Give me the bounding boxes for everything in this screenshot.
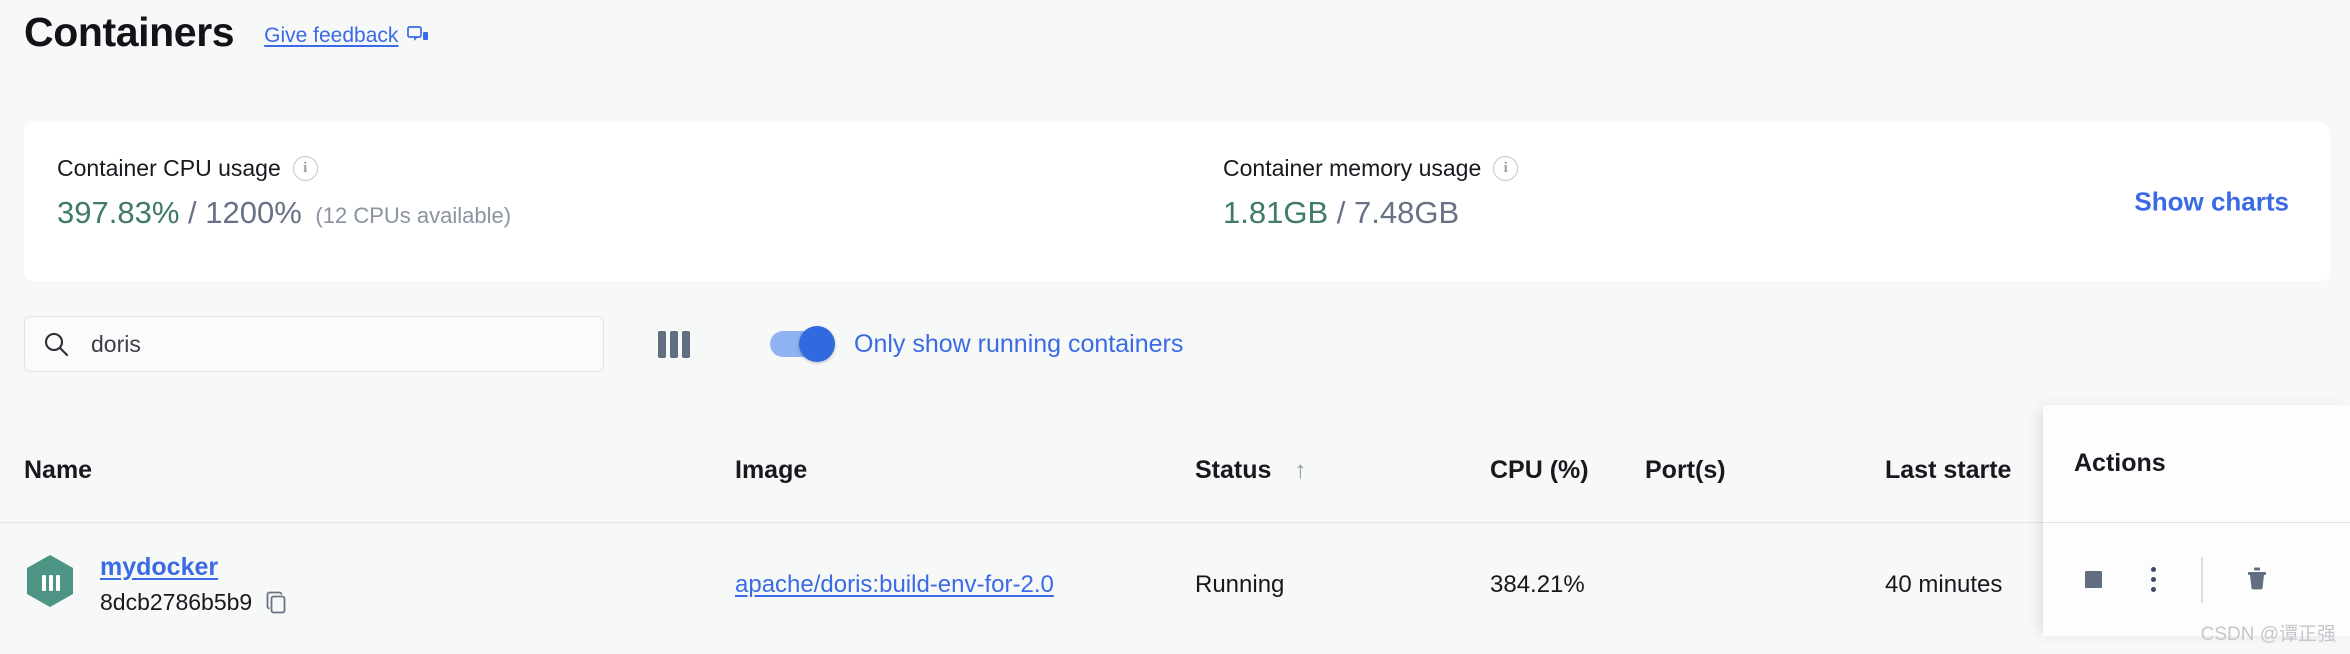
actions-panel-title: Actions xyxy=(2043,405,2350,523)
memory-total-value: 7.48GB xyxy=(1354,195,1460,230)
search-input[interactable] xyxy=(91,330,585,358)
cpu-total-value: 1200% xyxy=(205,195,302,230)
memory-usage-values: 1.81GB / 7.48GB xyxy=(1223,195,1518,230)
cell-status: Running xyxy=(1195,570,1285,598)
more-options-button[interactable] xyxy=(2123,550,2183,610)
stop-button[interactable] xyxy=(2063,550,2123,610)
search-icon xyxy=(43,331,69,357)
containers-table: Name Image Status ↑ CPU (%) Port(s) Last… xyxy=(0,418,2350,646)
cell-cpu: 384.21% xyxy=(1490,570,1585,598)
cpu-usage-label: Container CPU usage xyxy=(57,155,281,181)
cpu-used-value: 397.83% xyxy=(57,195,180,230)
column-header-cpu[interactable]: CPU (%) xyxy=(1490,456,1645,485)
kebab-vertical-icon xyxy=(2150,567,2156,592)
column-header-image[interactable]: Image xyxy=(735,456,1195,485)
actions-divider xyxy=(2201,556,2203,603)
watermark: CSDN @谭正强 xyxy=(2200,624,2336,645)
cpu-value-separator: / xyxy=(188,195,197,230)
page-header: Containers Give feedback xyxy=(0,0,2350,70)
column-header-status-label: Status xyxy=(1195,455,1272,484)
cell-name: mydocker 8dcb2786b5b9 xyxy=(0,553,735,616)
container-id-row: 8dcb2786b5b9 xyxy=(100,589,288,616)
give-feedback[interactable]: Give feedback xyxy=(264,24,429,48)
column-header-ports[interactable]: Port(s) xyxy=(1645,456,1885,485)
copy-icon[interactable] xyxy=(266,591,288,615)
trash-icon xyxy=(2244,564,2270,595)
image-name-link[interactable]: apache/doris:build-env-for-2.0 xyxy=(735,571,1054,598)
cpu-usage-label-row: Container CPU usage i xyxy=(57,156,511,181)
cpu-usage-values: 397.83% / 1200% (12 CPUs available) xyxy=(57,195,512,230)
memory-usage-label: Container memory usage xyxy=(1223,155,1482,181)
cpu-available-note: (12 CPUs available) xyxy=(315,203,512,228)
toggle-knob xyxy=(799,326,835,362)
toolbar: Only show running containers xyxy=(24,316,1183,372)
feedback-comment-icon xyxy=(407,26,429,46)
table-header-row: Name Image Status ↑ CPU (%) Port(s) Last… xyxy=(0,418,2350,523)
cell-image: apache/doris:build-env-for-2.0 xyxy=(735,571,1195,599)
memory-used-value: 1.81GB xyxy=(1223,195,1329,230)
toggle-switch[interactable] xyxy=(770,326,835,362)
cpu-usage-stat: Container CPU usage i 397.83% / 1200% (1… xyxy=(57,156,511,230)
container-cube-icon xyxy=(24,553,76,616)
container-id: 8dcb2786b5b9 xyxy=(100,589,253,615)
actions-panel: Actions xyxy=(2043,405,2350,636)
table-row[interactable]: mydocker 8dcb2786b5b9 apache/doris:build… xyxy=(0,523,2350,646)
page-title: Containers xyxy=(24,9,235,55)
only-running-toggle-label: Only show running containers xyxy=(854,329,1184,358)
memory-usage-stat: Container memory usage i 1.81GB / 7.48GB xyxy=(1223,155,1519,230)
column-header-status[interactable]: Status ↑ xyxy=(1195,456,1490,485)
delete-button[interactable] xyxy=(2227,550,2287,610)
column-header-name[interactable]: Name xyxy=(0,456,735,485)
info-icon[interactable]: i xyxy=(1493,156,1519,181)
resource-usage-card: Container CPU usage i 397.83% / 1200% (1… xyxy=(24,122,2330,281)
columns-layout-icon[interactable] xyxy=(648,320,700,368)
memory-value-separator: / xyxy=(1336,195,1346,230)
search-box[interactable] xyxy=(24,316,604,372)
show-charts-button[interactable]: Show charts xyxy=(2134,186,2289,217)
stop-square-icon xyxy=(2084,571,2102,588)
only-running-toggle[interactable]: Only show running containers xyxy=(770,326,1184,362)
sort-ascending-arrow[interactable]: ↑ xyxy=(1294,457,1306,484)
info-icon[interactable]: i xyxy=(292,156,318,181)
container-name-link[interactable]: mydocker xyxy=(100,553,218,582)
memory-usage-label-row: Container memory usage i xyxy=(1223,155,1519,181)
give-feedback-link[interactable]: Give feedback xyxy=(264,24,398,48)
